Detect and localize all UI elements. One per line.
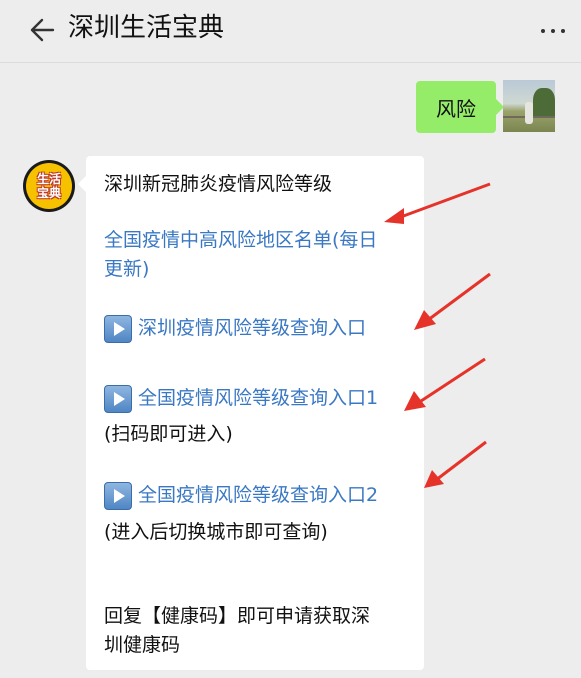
more-dots-icon <box>541 29 545 33</box>
link-high-risk-list-line2: 更新) <box>104 258 150 280</box>
link-national-query-2[interactable]: 全国疫情风险等级查询入口2 <box>104 481 378 510</box>
outgoing-message-text: 风险 <box>436 96 476 121</box>
page-title: 深圳生活宝典 <box>68 13 225 43</box>
red-arrow-icon <box>384 182 491 224</box>
link-shenzhen-query[interactable]: 深圳疫情风险等级查询入口 <box>104 314 366 343</box>
user-avatar[interactable] <box>503 80 555 132</box>
link-national-query-1[interactable]: 全国疫情风险等级查询入口1 <box>104 384 378 413</box>
note-scan-code: (扫码即可进入) <box>104 423 233 445</box>
link-national-query-2-label: 全国疫情风险等级查询入口2 <box>138 484 379 506</box>
back-button[interactable] <box>22 10 62 50</box>
header-divider <box>0 62 581 63</box>
back-arrow-icon <box>30 18 55 42</box>
account-avatar[interactable]: 生活 宝典 <box>23 160 75 212</box>
link-high-risk-list-line1: 全国疫情中高风险地区名单(每日 <box>104 229 378 251</box>
avatar-text-bottom: 宝典 <box>36 186 61 200</box>
footer-line-2: 圳健康码 <box>104 634 181 656</box>
play-icon <box>104 481 132 510</box>
footer-text: 回复【健康码】即可申请获取深 圳健康码 <box>104 602 370 660</box>
red-arrow-icon <box>404 357 486 411</box>
message-title: 深圳新冠肺炎疫情风险等级 <box>104 173 333 195</box>
outgoing-message[interactable]: 风险 <box>416 81 504 133</box>
play-icon <box>104 384 132 413</box>
link-shenzhen-query-label: 深圳疫情风险等级查询入口 <box>138 317 367 339</box>
footer-line-1: 回复【健康码】即可申请获取深 <box>104 605 371 627</box>
note-switch-city: (进入后切换城市即可查询) <box>104 521 328 543</box>
link-high-risk-list[interactable]: 全国疫情中高风险地区名单(每日 更新) <box>104 226 377 284</box>
red-arrow-icon <box>414 272 491 330</box>
more-button[interactable] <box>533 16 573 46</box>
red-arrow-icon <box>424 440 487 488</box>
top-bar: 深圳生活宝典 <box>0 0 581 62</box>
play-icon <box>104 314 132 343</box>
incoming-message: 深圳新冠肺炎疫情风险等级 全国疫情中高风险地区名单(每日 更新) 深圳疫情风险等… <box>78 156 424 670</box>
link-national-query-1-label: 全国疫情风险等级查询入口1 <box>138 387 379 409</box>
avatar-text-top: 生活 <box>36 172 61 186</box>
